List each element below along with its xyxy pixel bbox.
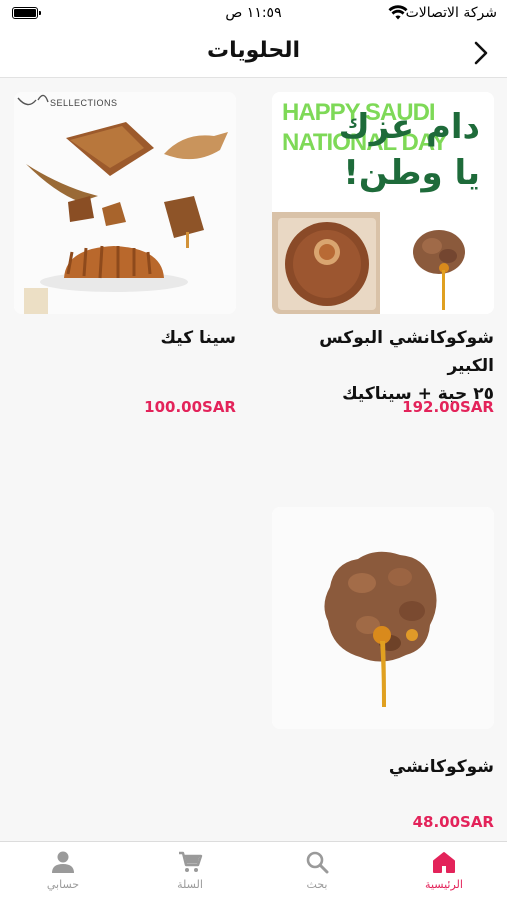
tab-search[interactable]: بحث bbox=[254, 842, 380, 900]
banner-text-ar: يا وطن! bbox=[343, 153, 480, 193]
product-image bbox=[272, 507, 494, 729]
person-icon bbox=[52, 851, 74, 873]
back-button[interactable] bbox=[464, 38, 498, 68]
tab-label: بحث bbox=[306, 878, 328, 891]
home-icon bbox=[433, 852, 455, 873]
product-price: 192.00SAR bbox=[402, 398, 494, 416]
product-price: 48.00SAR bbox=[412, 813, 494, 831]
product-name: شوكوكانشي bbox=[388, 757, 494, 777]
status-bar: ١١:٥٩ ص شركة الاتصالات bbox=[0, 0, 507, 28]
banner-text-ar: دام عزك bbox=[338, 107, 480, 147]
product-card[interactable]: HAPPY SAUDI NATIONAL DAY دام عزك يا وطن! bbox=[272, 92, 494, 422]
carrier-name: شركة الاتصالات bbox=[405, 5, 497, 21]
product-card[interactable]: شوكوكانشي 48.00SAR bbox=[272, 507, 494, 837]
tab-cart[interactable]: السلة bbox=[127, 842, 253, 900]
cart-icon bbox=[179, 851, 203, 872]
header: الحلويات bbox=[0, 28, 507, 78]
product-image: HAPPY SAUDI NATIONAL DAY دام عزك يا وطن! bbox=[272, 92, 494, 314]
tab-label: السلة bbox=[177, 878, 203, 891]
product-card[interactable]: SELLECTIONS سينا كيك 100.00SAR bbox=[14, 92, 236, 422]
product-grid: HAPPY SAUDI NATIONAL DAY دام عزك يا وطن! bbox=[0, 79, 507, 841]
tab-bar: الرئيسية بحث السلة حسابي bbox=[0, 841, 507, 900]
tab-label: حسابي bbox=[46, 878, 80, 891]
product-name: شوكوكانشي البوكس الكبير ٢٥ حبة + سيناكيك bbox=[319, 328, 494, 404]
chevron-right-icon bbox=[474, 41, 488, 65]
product-name: سينا كيك bbox=[160, 328, 236, 348]
tab-label: الرئيسية bbox=[425, 878, 463, 891]
chocolate-box-photo bbox=[278, 218, 376, 310]
page-title: الحلويات bbox=[206, 38, 301, 63]
chocolate-piece-photo bbox=[413, 230, 465, 310]
tab-account[interactable]: حسابي bbox=[0, 842, 126, 900]
product-price: 100.00SAR bbox=[144, 398, 236, 416]
product-image: SELLECTIONS bbox=[14, 92, 236, 314]
tab-home[interactable]: الرئيسية bbox=[381, 842, 507, 900]
chocolate-piece-photo bbox=[272, 507, 494, 729]
brand-text: SELLECTIONS bbox=[50, 98, 118, 108]
cake-photo bbox=[14, 92, 236, 314]
search-icon bbox=[306, 851, 329, 874]
